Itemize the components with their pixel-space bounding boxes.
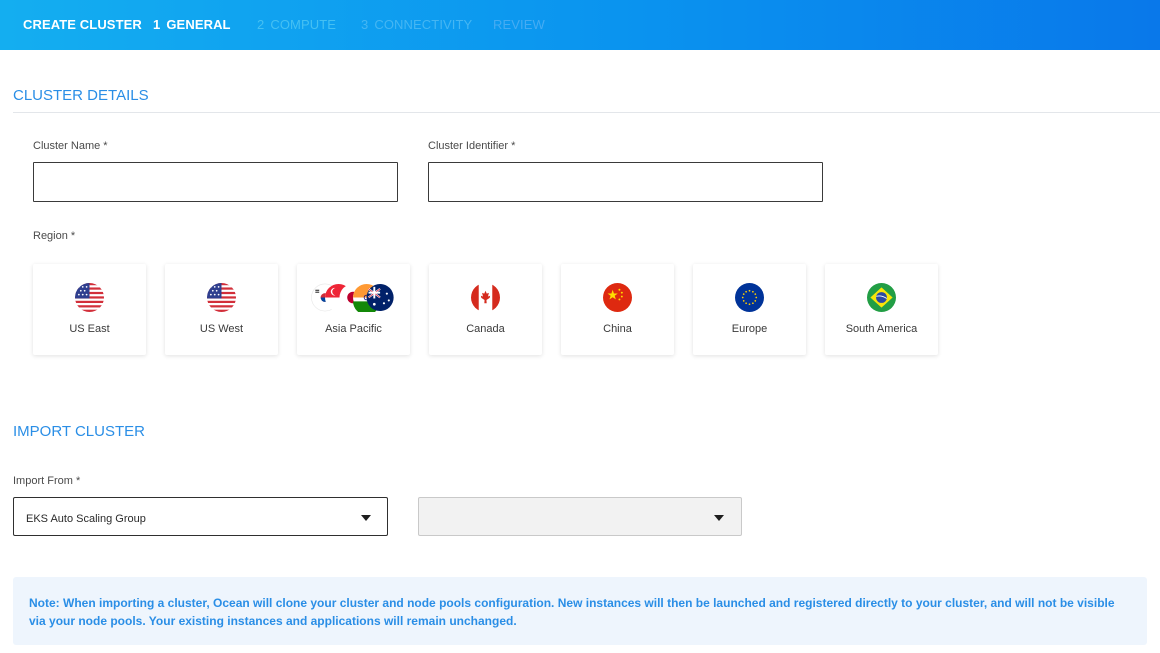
step-number: 3: [361, 17, 369, 32]
step-compute[interactable]: 2 COMPUTE: [257, 17, 336, 32]
region-card-south-america[interactable]: South America: [825, 264, 938, 355]
step-label: COMPUTE: [270, 17, 337, 32]
brazil-flag-icon: [867, 283, 896, 312]
region-name: Canada: [466, 323, 505, 335]
import-note: Note: When importing a cluster, Ocean wi…: [13, 577, 1147, 645]
region-card-asia-pacific[interactable]: Asia Pacific: [297, 264, 410, 355]
import-source-select[interactable]: [418, 497, 742, 536]
section-divider: [13, 112, 1160, 113]
import-from-value: EKS Auto Scaling Group: [26, 513, 146, 525]
region-card-us-west[interactable]: US West: [165, 264, 278, 355]
asia-pacific-flags-icon: [311, 283, 394, 312]
step-label: REVIEW: [493, 17, 545, 32]
region-card-europe[interactable]: Europe: [693, 264, 806, 355]
caret-down-icon: [361, 515, 371, 521]
step-label: GENERAL: [166, 17, 231, 32]
step-number: 1: [153, 17, 161, 32]
region-name: China: [603, 323, 632, 335]
step-label: CONNECTIVITY: [374, 17, 473, 32]
import-from-label: Import From *: [13, 475, 81, 487]
cluster-details-heading: CLUSTER DETAILS: [13, 87, 149, 104]
region-name: US East: [69, 323, 110, 335]
region-name: South America: [845, 323, 918, 335]
region-card-canada[interactable]: Canada: [429, 264, 542, 355]
region-name: US West: [199, 323, 244, 335]
cluster-name-input[interactable]: [33, 162, 398, 202]
cluster-identifier-input[interactable]: [428, 162, 823, 202]
cluster-name-label: Cluster Name *: [33, 140, 108, 152]
us-flag-icon: [207, 283, 236, 312]
step-connectivity[interactable]: 3 CONNECTIVITY: [361, 17, 472, 32]
step-number: 2: [257, 17, 265, 32]
us-flag-icon: [75, 283, 104, 312]
step-general[interactable]: 1 GENERAL: [153, 17, 231, 32]
import-note-text: Note: When importing a cluster, Ocean wi…: [29, 596, 1115, 628]
import-from-select[interactable]: EKS Auto Scaling Group: [13, 497, 388, 536]
wizard-header: CREATE CLUSTER 1 GENERAL 2 COMPUTE 3 CONNEC…: [0, 0, 1160, 50]
region-name: Asia Pacific: [325, 323, 382, 335]
region-label: Region *: [33, 230, 76, 242]
cluster-identifier-label: Cluster Identifier *: [428, 140, 516, 152]
region-card-china[interactable]: China: [561, 264, 674, 355]
eu-flag-icon: [735, 283, 764, 312]
canada-flag-icon: [471, 283, 500, 312]
caret-down-icon: [714, 515, 724, 521]
region-name: Europe: [731, 323, 768, 335]
region-card-us-east[interactable]: US East: [33, 264, 146, 355]
wizard-title: CREATE CLUSTER: [23, 17, 142, 32]
china-flag-icon: [603, 283, 632, 312]
import-cluster-heading: IMPORT CLUSTER: [13, 423, 145, 440]
step-review[interactable]: REVIEW: [493, 17, 545, 32]
